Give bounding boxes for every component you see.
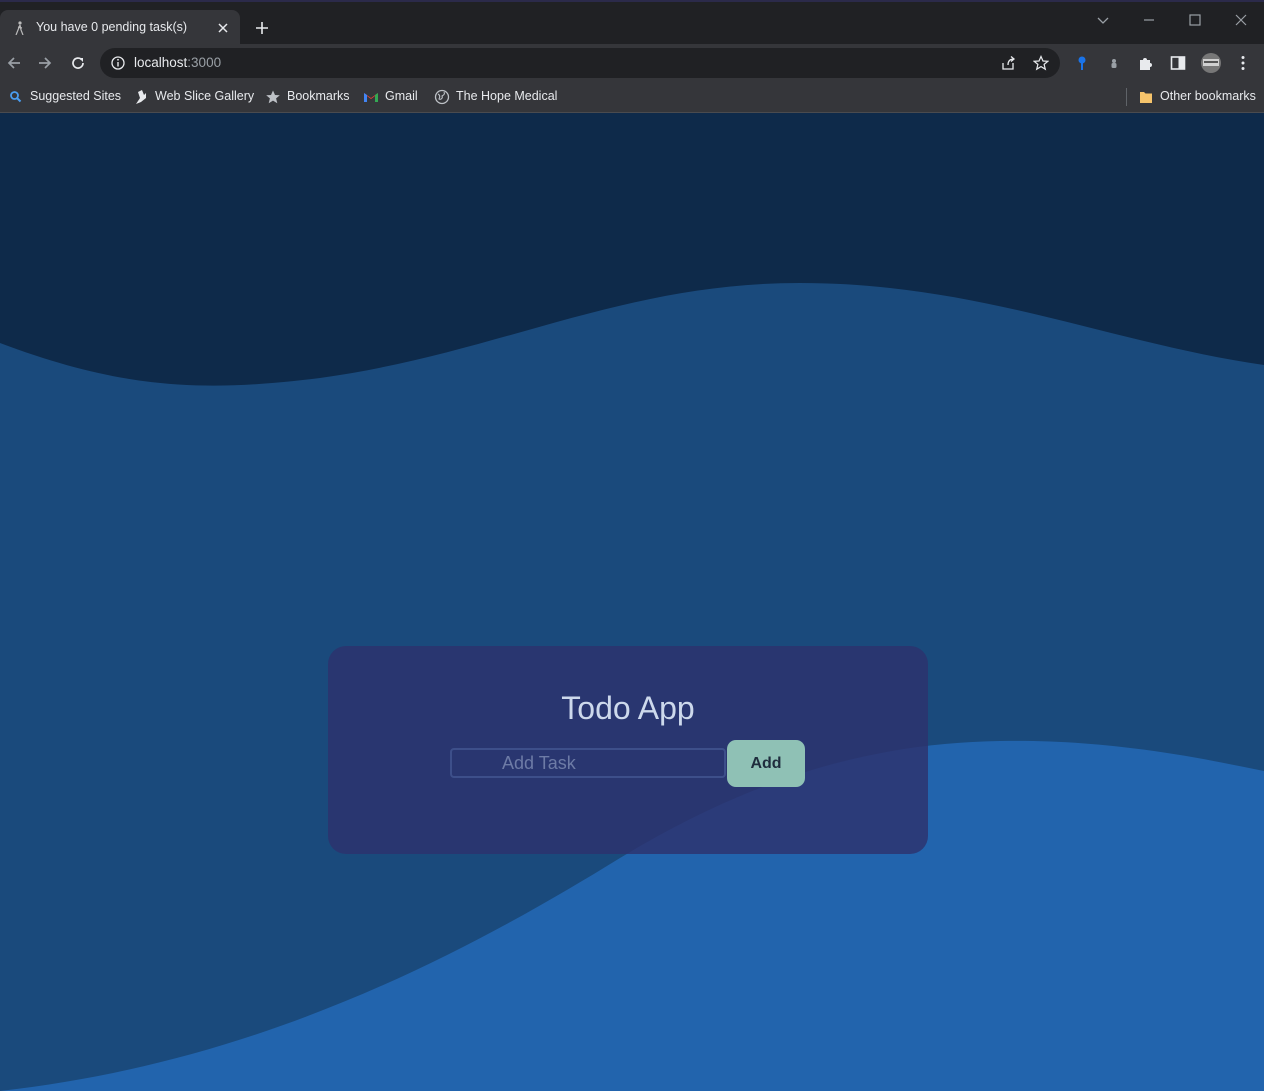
bookmark-label: Gmail	[385, 89, 418, 103]
add-task-input[interactable]	[450, 748, 726, 778]
browser-toolbar: localhost:3000	[0, 44, 1264, 82]
tab-strip: You have 0 pending task(s)	[0, 0, 1264, 46]
maximize-icon[interactable]	[1187, 12, 1203, 28]
globe-icon	[434, 89, 450, 105]
wave-background	[0, 283, 1264, 1091]
bookmarks-bar: Suggested Sites Web Slice Gallery Bookma…	[0, 82, 1264, 113]
info-icon[interactable]	[110, 55, 126, 71]
browser-tab[interactable]: You have 0 pending task(s)	[0, 10, 240, 46]
bookmark-label: Bookmarks	[287, 89, 350, 103]
side-panel-icon[interactable]	[1169, 54, 1187, 72]
bookmark-label: Other bookmarks	[1160, 89, 1256, 103]
page-viewport: Todo App Add	[0, 113, 1264, 1091]
url-host: localhost	[134, 55, 188, 70]
minimize-icon[interactable]	[1141, 12, 1157, 28]
close-window-icon[interactable]	[1233, 12, 1249, 28]
figure-favicon-icon	[15, 21, 24, 35]
bookmark-label: Suggested Sites	[30, 89, 122, 103]
tab-title: You have 0 pending task(s)	[36, 20, 188, 34]
share-icon[interactable]	[1000, 55, 1016, 71]
bookmark-star-icon[interactable]	[1033, 55, 1049, 71]
extension-icon[interactable]	[1105, 54, 1123, 72]
gmail-icon	[364, 93, 378, 102]
new-tab-icon[interactable]	[254, 20, 270, 36]
bookmarks-divider	[1126, 88, 1127, 106]
more-menu-icon[interactable]	[1234, 54, 1252, 72]
close-tab-icon[interactable]	[216, 21, 230, 35]
todo-card: Todo App Add	[328, 646, 928, 854]
url-text: localhost:3000	[134, 55, 221, 70]
bookmark-label: Web Slice Gallery	[155, 89, 255, 103]
bookmark-label: The Hope Medical	[456, 89, 558, 103]
profile-avatar-icon[interactable]	[1199, 52, 1223, 74]
forward-arrow-icon[interactable]	[36, 54, 54, 72]
url-port: :3000	[187, 55, 222, 70]
search-icon	[10, 91, 22, 103]
reload-icon[interactable]	[69, 54, 87, 72]
address-bar[interactable]: localhost:3000	[100, 48, 1060, 78]
back-arrow-icon[interactable]	[5, 54, 23, 72]
tab-search-icon[interactable]	[1095, 12, 1111, 28]
add-button[interactable]: Add	[727, 740, 805, 787]
extension-pin-icon[interactable]	[1073, 54, 1091, 72]
puzzle-icon[interactable]	[1137, 54, 1155, 72]
folder-icon	[1140, 92, 1152, 103]
web-slice-icon	[136, 90, 146, 104]
app-title: Todo App	[561, 690, 695, 726]
star-icon	[266, 90, 280, 104]
